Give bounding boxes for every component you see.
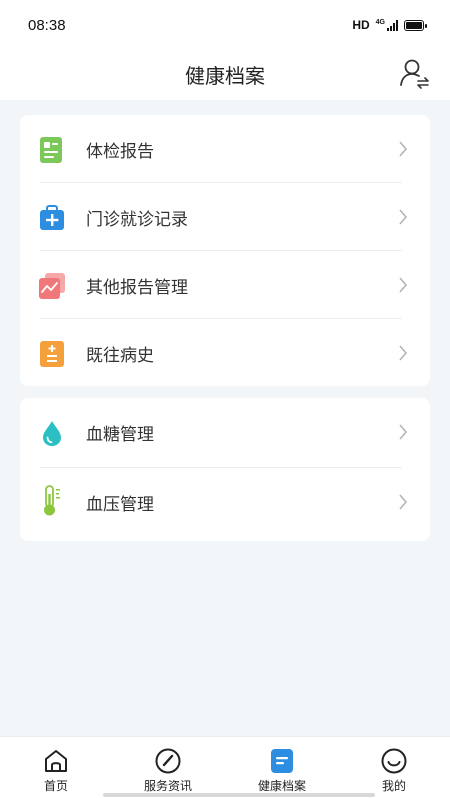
status-indicators: HD 4G [352, 18, 427, 32]
signal-icon [387, 19, 398, 31]
blood-drop-icon [43, 421, 61, 446]
list-item-label: 其他报告管理 [86, 278, 188, 298]
medical-kit-icon [40, 205, 64, 230]
list-item-label: 门诊就诊记录 [86, 210, 188, 230]
list-item-checkup-report[interactable]: 体检报告 [20, 115, 430, 183]
list-item-other-reports[interactable]: 其他报告管理 [20, 251, 430, 319]
tab-label: 健康档案 [257, 779, 306, 793]
history-icon [40, 341, 64, 367]
battery-icon [404, 19, 427, 31]
list-item-blood-sugar[interactable]: 血糖管理 [20, 398, 430, 468]
records-card: 体检报告 门诊就诊记录 其他报告管理 既往病史 [20, 115, 430, 386]
chevron-right-icon [399, 209, 408, 225]
tab-health-records[interactable]: 健康档案 [226, 737, 338, 798]
monitoring-card: 血糖管理 血压管理 [20, 398, 430, 541]
tab-label: 我的 [381, 779, 406, 793]
home-indicator[interactable] [103, 793, 375, 797]
tab-home[interactable]: 首页 [0, 737, 112, 798]
list-item-blood-pressure[interactable]: 血压管理 [20, 468, 430, 538]
chevron-right-icon [399, 141, 408, 157]
list-item-label: 血压管理 [86, 495, 154, 515]
list-item-label: 血糖管理 [86, 425, 154, 445]
chevron-right-icon [399, 494, 408, 510]
hd-label: HD [352, 18, 370, 32]
page-title: 健康档案 [185, 64, 265, 88]
bottom-tab-bar: 首页 服务资讯 健康档案 我的 [0, 736, 450, 798]
health-record-icon [271, 749, 293, 773]
tab-label: 服务资讯 [143, 779, 192, 793]
list-item-label: 体检报告 [86, 142, 154, 162]
chevron-right-icon [399, 424, 408, 440]
tab-service-news[interactable]: 服务资讯 [112, 737, 224, 798]
chart-report-icon [39, 273, 65, 299]
network-label: 4G [375, 18, 385, 26]
compass-icon [155, 748, 181, 774]
tab-label: 首页 [43, 779, 68, 793]
header: 健康档案 [0, 48, 450, 100]
chevron-right-icon [399, 345, 408, 361]
user-switch-icon[interactable] [398, 56, 432, 90]
list-item-label: 既往病史 [86, 346, 154, 366]
tab-mine[interactable]: 我的 [338, 737, 450, 798]
list-item-medical-history[interactable]: 既往病史 [20, 319, 430, 387]
thermometer-icon [44, 485, 60, 516]
list-item-outpatient-records[interactable]: 门诊就诊记录 [20, 183, 430, 251]
smile-icon [381, 748, 407, 774]
report-icon [40, 137, 62, 163]
status-time: 08:38 [28, 17, 66, 34]
status-bar: 08:38 HD 4G [0, 0, 450, 48]
home-icon [45, 750, 67, 772]
chevron-right-icon [399, 277, 408, 293]
